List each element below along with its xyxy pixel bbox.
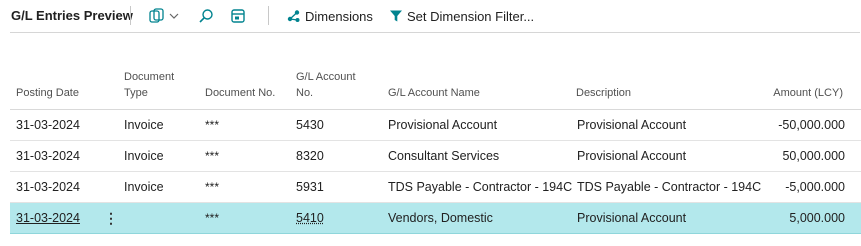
description-cell: Provisional Account [577,118,687,132]
description-cell: TDS Payable - Contractor - 194C [577,180,762,194]
description-cell: Provisional Account [577,149,687,163]
posting-date-cell[interactable]: 31-03-2024 [16,180,80,194]
chevron-down-icon [169,13,179,19]
col-posting-date[interactable]: Posting Date [16,85,79,101]
layout-icon[interactable] [230,8,246,24]
col-amount[interactable]: Amount (LCY) [773,85,843,101]
toolbar-divider [268,6,269,25]
col-description[interactable]: Description [576,85,631,101]
col-gl-account-no[interactable]: G/L Account No. [296,69,356,101]
gl-account-no-cell[interactable]: 5430 [296,118,324,132]
col-gl-account-name[interactable]: G/L Account Name [388,85,480,101]
page-title: G/L Entries Preview [11,8,133,23]
col-document-type[interactable]: Document Type [124,69,174,101]
document-type-cell: Invoice [124,149,164,163]
amount-cell: -50,000.000 [778,118,845,132]
gl-account-no-cell[interactable]: 8320 [296,149,324,163]
document-no-cell: *** [205,211,220,225]
dimensions-label: Dimensions [305,8,373,24]
posting-date-cell[interactable]: 31-03-2024 [16,211,80,225]
amount-cell: -5,000.000 [785,180,845,194]
table-row-selected[interactable]: 31-03-2024 ⋮ *** 5410 Vendors, Domestic … [10,203,861,234]
set-dimension-filter-label: Set Dimension Filter... [407,8,535,24]
gl-entries-table: Posting Date Document Type Document No. … [10,66,861,234]
share-icon[interactable] [148,8,180,24]
description-cell: Provisional Account [577,211,687,225]
dimensions-button[interactable]: Dimensions [287,7,373,25]
col-document-no[interactable]: Document No. [205,85,275,101]
amount-cell: 50,000.000 [782,149,845,163]
gl-account-no-cell[interactable]: 5931 [296,180,324,194]
set-dimension-filter-button[interactable]: Set Dimension Filter... [389,7,534,25]
document-type-cell: Invoice [124,118,164,132]
posting-date-cell[interactable]: 31-03-2024 [16,118,80,132]
document-no-cell: *** [205,118,220,132]
gl-account-name-cell: Consultant Services [388,149,500,163]
toolbar-divider-line [10,32,860,33]
gl-account-no-cell[interactable]: 5410 [296,211,324,225]
filter-icon [390,10,402,22]
amount-cell: 5,000.000 [789,211,845,225]
search-icon[interactable] [198,8,214,24]
action-bar: G/L Entries Preview Dimensions Set Dimen… [0,0,861,32]
gl-account-name-cell: TDS Payable - Contractor - 194C [388,180,573,194]
gl-account-name-cell: Provisional Account [388,118,498,132]
document-type-cell: Invoice [124,180,164,194]
dimensions-icon [287,10,300,22]
gl-account-name-cell: Vendors, Domestic [388,211,493,225]
document-no-cell: *** [205,180,220,194]
table-header: Posting Date Document Type Document No. … [10,66,861,110]
document-no-cell: *** [205,149,220,163]
toolbar-divider [130,6,131,25]
row-actions-icon[interactable]: ⋮ [104,210,118,227]
table-row[interactable]: 31-03-2024 Invoice *** 5931 TDS Payable … [10,172,861,203]
posting-date-cell[interactable]: 31-03-2024 [16,149,80,163]
table-row[interactable]: 31-03-2024 Invoice *** 8320 Consultant S… [10,141,861,172]
table-row[interactable]: 31-03-2024 Invoice *** 5430 Provisional … [10,110,861,141]
